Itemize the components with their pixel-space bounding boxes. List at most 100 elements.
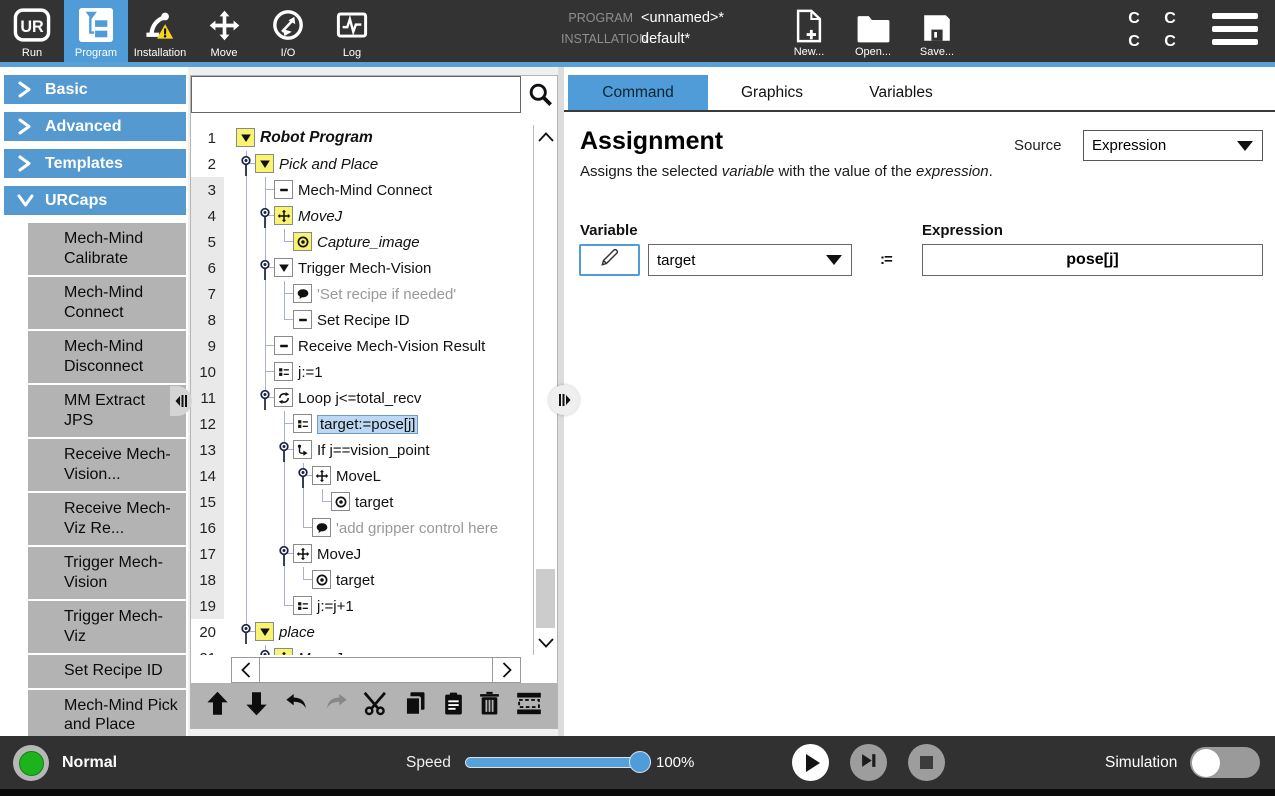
tree-row[interactable]: 15 target: [191, 489, 557, 515]
collapse-pin-icon[interactable]: [259, 206, 271, 228]
sidebar-item-trigger-mech-viz[interactable]: Trigger Mech-Viz: [28, 601, 186, 654]
header-tab-log[interactable]: Log: [320, 0, 384, 62]
tree-row[interactable]: 16 'add gripper control here: [191, 515, 557, 541]
sidebar-collapse-handle[interactable]: [170, 386, 192, 416]
sidebar-item-mech-mind-pick-and-place[interactable]: Mech-Mind Pick and Place: [28, 689, 186, 742]
sidebar-category-advanced[interactable]: Advanced: [4, 112, 186, 141]
scroll-down-icon[interactable]: [534, 631, 557, 655]
sidebar-item-mm-extract-jps[interactable]: MM Extract JPS: [28, 385, 186, 438]
header-tab-program[interactable]: Program: [64, 0, 128, 62]
command-description: Assigns the selected variable with the v…: [580, 163, 993, 180]
collapse-pin-icon[interactable]: [278, 544, 290, 566]
scroll-right-icon[interactable]: [492, 658, 520, 682]
tree-row[interactable]: 7 'Set recipe if needed': [191, 281, 557, 307]
sidebar-category-templates[interactable]: Templates: [4, 149, 186, 178]
panel-divider-handle[interactable]: [549, 385, 579, 415]
collapse-pin-icon[interactable]: [240, 154, 252, 176]
tree-row[interactable]: 13 If j==vision_point: [191, 437, 557, 463]
cut-button[interactable]: [363, 690, 390, 722]
speed-slider-thumb[interactable]: [629, 751, 651, 773]
folder-node-icon: [236, 128, 255, 147]
session-initial[interactable]: C: [1122, 10, 1146, 28]
speed-percent: 100%: [656, 754, 695, 771]
open-button[interactable]: Open...: [850, 4, 896, 58]
hamburger-menu-icon[interactable]: [1212, 13, 1258, 52]
tree-horizontal-scrollbar-area: [191, 656, 557, 684]
line-number: 17: [191, 541, 224, 567]
move-down-button[interactable]: [243, 690, 270, 722]
tree-horizontal-scrollbar[interactable]: [231, 657, 521, 683]
tree-row[interactable]: 10 j:=1: [191, 359, 557, 385]
scroll-left-icon[interactable]: [232, 658, 260, 682]
collapse-pin-icon[interactable]: [278, 440, 290, 462]
new-button[interactable]: New...: [786, 4, 832, 58]
tree-row[interactable]: 3 Mech-Mind Connect: [191, 177, 557, 203]
sidebar-category-basic[interactable]: Basic: [4, 75, 186, 104]
tree-row[interactable]: 11 Loop j<=total_recv: [191, 385, 557, 411]
move-up-button[interactable]: [204, 690, 231, 722]
tab-command[interactable]: Command: [568, 75, 708, 110]
tree-row[interactable]: 1 Robot Program: [191, 125, 557, 151]
sidebar-item-set-recipe-id[interactable]: Set Recipe ID: [28, 655, 186, 688]
tree-row[interactable]: 19 j:=j+1: [191, 593, 557, 619]
simulation-toggle[interactable]: [1190, 747, 1260, 778]
variable-value: target: [657, 251, 696, 269]
speed-slider-track[interactable]: [465, 757, 651, 768]
open-folder-icon: [856, 4, 891, 44]
collapse-pin-icon[interactable]: [297, 466, 309, 488]
collapse-pin-icon[interactable]: [259, 388, 271, 410]
tree-row[interactable]: 20 place: [191, 619, 557, 645]
tree-row[interactable]: 6 Trigger Mech-Vision: [191, 255, 557, 281]
tab-variables[interactable]: Variables: [836, 75, 966, 110]
scrollbar-thumb[interactable]: [536, 569, 555, 628]
suppress-button[interactable]: [514, 690, 544, 722]
tree-row[interactable]: 9 Receive Mech-Vision Result: [191, 333, 557, 359]
scroll-up-icon[interactable]: [534, 125, 557, 149]
tree-row[interactable]: 2 Pick and Place: [191, 151, 557, 177]
search-icon[interactable]: [527, 81, 554, 113]
sidebar-item-mech-mind-connect[interactable]: Mech-Mind Connect: [28, 277, 186, 330]
undo-button[interactable]: [282, 690, 311, 722]
paste-button[interactable]: [441, 690, 466, 722]
tree-row[interactable]: 5 Capture_image: [191, 229, 557, 255]
tab-graphics[interactable]: Graphics: [708, 75, 836, 110]
sidebar-item-mech-mind-calibrate[interactable]: Mech-Mind Calibrate: [28, 223, 186, 276]
save-icon: [921, 4, 953, 44]
tree-row[interactable]: 4 MoveJ: [191, 203, 557, 229]
tree-row[interactable]: 18 target: [191, 567, 557, 593]
tree-row[interactable]: 17 MoveJ: [191, 541, 557, 567]
header-tab-installation[interactable]: Installation: [128, 0, 192, 62]
copy-button[interactable]: [402, 690, 429, 722]
variable-dropdown[interactable]: target: [648, 244, 852, 276]
collapse-pin-icon[interactable]: [240, 622, 252, 644]
header-tab-io[interactable]: I/O: [256, 0, 320, 62]
source-dropdown[interactable]: Expression: [1083, 130, 1263, 161]
stop-button[interactable]: [908, 744, 945, 781]
tree-row[interactable]: 12 target:=pose[j]: [191, 411, 557, 437]
tree-search-input[interactable]: [191, 76, 521, 113]
collapse-pin-icon[interactable]: [259, 648, 271, 655]
sidebar-category-urcaps[interactable]: URCaps: [4, 186, 186, 215]
collapse-pin-icon[interactable]: [259, 258, 271, 280]
delete-button[interactable]: [477, 690, 502, 722]
sidebar-item-receive-mech-viz-re[interactable]: Receive Mech-Viz Re...: [28, 493, 186, 546]
session-initial[interactable]: C: [1158, 10, 1182, 28]
header-tab-run[interactable]: UR Run: [0, 0, 64, 62]
sidebar-item-receive-mech-vision[interactable]: Receive Mech-Vision...: [28, 439, 186, 492]
rename-variable-button[interactable]: [579, 244, 640, 276]
tree-row[interactable]: 8 Set Recipe ID: [191, 307, 557, 333]
io-icon: [271, 3, 305, 47]
step-button[interactable]: [850, 744, 887, 781]
play-button[interactable]: [792, 744, 829, 781]
tree-row[interactable]: 14 MoveL: [191, 463, 557, 489]
save-button[interactable]: Save...: [914, 4, 960, 58]
session-initial[interactable]: C: [1122, 33, 1146, 51]
sidebar-item-trigger-mech-vision[interactable]: Trigger Mech-Vision: [28, 547, 186, 600]
session-initial[interactable]: C: [1158, 33, 1182, 51]
expression-field[interactable]: pose[j]: [922, 244, 1263, 276]
header-tab-move[interactable]: Move: [192, 0, 256, 62]
redo-button[interactable]: [322, 690, 351, 722]
tree-row[interactable]: 21 MoveJ: [191, 645, 557, 655]
folder-node-icon: [255, 154, 274, 173]
sidebar-item-mech-mind-disconnect[interactable]: Mech-Mind Disconnect: [28, 331, 186, 384]
